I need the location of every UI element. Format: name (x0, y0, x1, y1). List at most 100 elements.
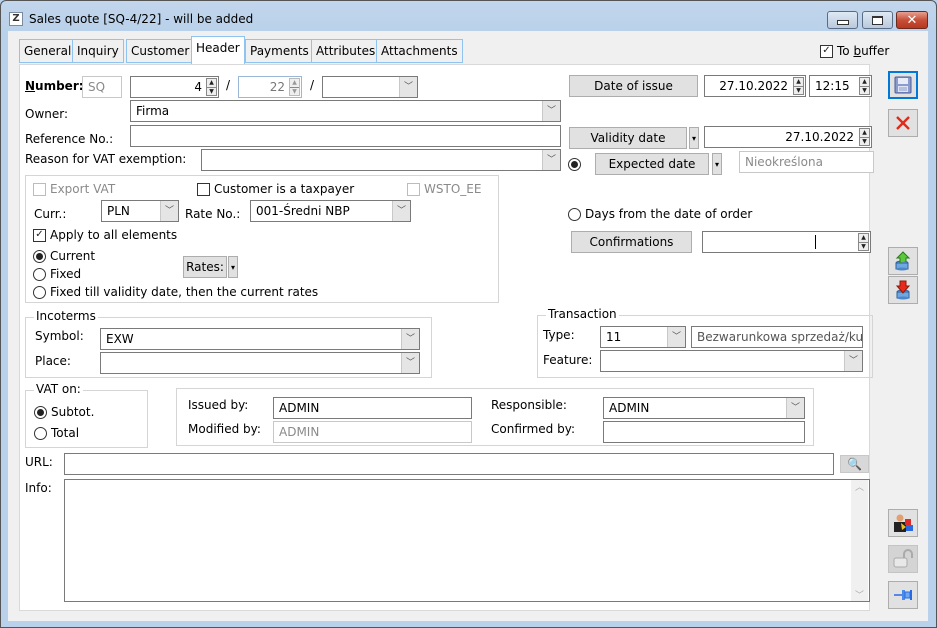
expected-date-radio[interactable] (568, 157, 581, 171)
days-from-order-radio[interactable]: Days from the date of order (568, 207, 752, 221)
export-vat-checkbox[interactable]: Export VAT (33, 182, 115, 196)
vat-on-total-radio[interactable]: Total (34, 426, 79, 440)
issue-time-spinner[interactable]: ▲ ▼ (859, 77, 870, 95)
issue-time-field[interactable]: 12:15 ▲ ▼ (809, 75, 872, 97)
info-textarea[interactable] (64, 479, 870, 602)
minimize-button[interactable] (827, 11, 858, 29)
to-buffer-checkbox[interactable]: ✓ To buffer (820, 44, 889, 58)
minimize-icon (836, 19, 849, 25)
currency-combo[interactable]: PLN ﹀ (101, 200, 179, 222)
customer-taxpayer-checkbox[interactable]: Customer is a taxpayer (197, 182, 354, 196)
chevron-down-icon[interactable]: ﹀ (401, 353, 419, 373)
validity-date-value: 27.10.2022 (785, 130, 854, 144)
validity-date-spinner[interactable]: ▲ ▼ (859, 128, 870, 146)
tab-attributes[interactable]: Attributes (311, 39, 381, 63)
rate-no-value: 001-Średni NBP (256, 204, 350, 218)
chevron-down-icon[interactable]: ﹀ (401, 329, 419, 349)
confirmations-field[interactable]: ▲ ▼ (702, 231, 871, 253)
chevron-down-icon[interactable]: ﹀ (542, 101, 560, 121)
apply-all-checkbox[interactable]: ✓ Apply to all elements (33, 228, 177, 242)
chevron-down-icon[interactable]: ﹀ (399, 77, 417, 97)
number-series-combo[interactable]: ﹀ (322, 76, 418, 98)
wsto-ee-checkbox[interactable]: WSTO_EE (407, 182, 481, 196)
issued-by-field[interactable]: ADMIN (273, 397, 472, 419)
rate-mode-fixed-radio[interactable]: Fixed (33, 267, 81, 281)
validity-date-button[interactable]: Validity date (569, 127, 687, 149)
transaction-feature-combo[interactable]: ﹀ (600, 350, 863, 372)
expected-date-dropdown[interactable]: ▾ (712, 153, 722, 175)
chevron-down-icon[interactable]: ﹀ (786, 398, 804, 418)
responsible-combo[interactable]: ADMIN ﹀ (603, 397, 805, 419)
incoterms-title: Incoterms (34, 309, 98, 323)
confirmed-by-field[interactable] (603, 421, 805, 443)
rate-mode-current-radio[interactable]: Current (33, 249, 95, 263)
export-button[interactable] (888, 247, 918, 275)
number-seq-spinner[interactable]: ▲ ▼ (206, 78, 217, 96)
number-separator: / (226, 78, 231, 92)
vat-exemption-combo[interactable]: ﹀ (201, 149, 561, 171)
confirmations-button[interactable]: Confirmations (571, 231, 692, 253)
number-year-field[interactable]: 22 ▲ ▼ (238, 76, 302, 98)
rate-no-combo[interactable]: 001-Średni NBP ﹀ (250, 200, 411, 222)
save-button[interactable] (888, 71, 918, 99)
user-permissions-button[interactable] (888, 509, 918, 537)
expected-date-button[interactable]: Expected date (595, 153, 709, 175)
confirmations-spinner[interactable]: ▲ ▼ (858, 233, 869, 251)
chevron-down-icon[interactable]: ﹀ (667, 327, 685, 347)
number-seq-field[interactable]: 4 ▲ ▼ (130, 76, 219, 98)
incoterms-place-combo[interactable]: ﹀ (100, 352, 420, 374)
rates-button[interactable]: Rates: (183, 256, 227, 278)
cancel-button[interactable] (888, 109, 918, 137)
unlock-icon (893, 549, 913, 568)
chevron-down-icon[interactable]: ﹀ (392, 201, 410, 221)
sales-quote-window: Z Sales quote [SQ-4/22] - will be added … (0, 0, 937, 628)
validity-date-dropdown[interactable]: ▾ (689, 127, 699, 149)
issue-date-spinner[interactable]: ▲ ▼ (793, 77, 804, 95)
number-separator-2: / (310, 78, 315, 92)
import-button[interactable] (888, 276, 918, 304)
tab-attachments[interactable]: Attachments (376, 39, 463, 63)
tab-header[interactable]: Header (191, 36, 245, 64)
checkbox-checked-icon: ✓ (820, 44, 833, 58)
tab-inquiry[interactable]: Inquiry (72, 39, 124, 63)
number-prefix-field: SQ (82, 76, 122, 98)
rates-dropdown-button[interactable]: ▾ (228, 256, 238, 278)
transaction-type-combo[interactable]: 11 ﹀ (600, 326, 686, 348)
tab-general[interactable]: General (19, 39, 77, 63)
number-year-spinner[interactable]: ▲ ▼ (289, 78, 300, 96)
transaction-type-description: Bezwarunkowa sprzedaż/kup (691, 326, 863, 348)
magnifier-globe-icon: 🔍 (847, 457, 862, 471)
validity-date-field[interactable]: 27.10.2022 ▲ ▼ (704, 126, 872, 148)
chevron-down-icon[interactable]: ﹀ (160, 201, 178, 221)
rate-mode-fixed-till-validity-radio[interactable]: Fixed till validity date, then the curre… (33, 285, 318, 299)
unlock-button[interactable] (888, 545, 918, 573)
pin-button[interactable] (888, 581, 918, 609)
export-vat-label: Export VAT (50, 182, 116, 196)
chevron-down-icon[interactable]: ﹀ (844, 351, 862, 371)
scroll-up-icon[interactable]: ︿ (855, 480, 864, 493)
tab-payments[interactable]: Payments (245, 39, 314, 63)
date-of-issue-button[interactable]: Date of issue (569, 75, 698, 97)
url-open-button[interactable]: 🔍 (840, 455, 869, 473)
radio-unselected-icon (33, 267, 46, 281)
number-year-value: 22 (269, 80, 285, 94)
info-scrollbar[interactable]: ︿ ﹀ (851, 480, 868, 601)
number-seq-value: 4 (194, 80, 202, 94)
maximize-button[interactable] (862, 11, 893, 29)
issue-date-field[interactable]: 27.10.2022 ▲ ▼ (704, 75, 806, 97)
issue-time-value: 12:15 (815, 79, 850, 93)
close-icon: ✕ (906, 12, 918, 28)
info-label: Info: (25, 481, 52, 495)
close-button[interactable]: ✕ (896, 11, 928, 29)
title-bar[interactable]: Z Sales quote [SQ-4/22] - will be added … (1, 1, 936, 31)
incoterms-symbol-combo[interactable]: EXW ﹀ (100, 328, 420, 350)
vat-on-subtotal-radio[interactable]: Subtot. (34, 405, 94, 419)
text-caret (815, 235, 816, 249)
url-input[interactable] (64, 453, 834, 475)
scroll-down-icon[interactable]: ﹀ (855, 588, 864, 601)
chevron-down-icon[interactable]: ﹀ (542, 150, 560, 170)
owner-combo[interactable]: Firma ﹀ (130, 100, 561, 122)
tab-customer[interactable]: Customer (126, 39, 195, 63)
radio-selected-icon (33, 249, 46, 263)
reference-input[interactable] (130, 125, 561, 147)
